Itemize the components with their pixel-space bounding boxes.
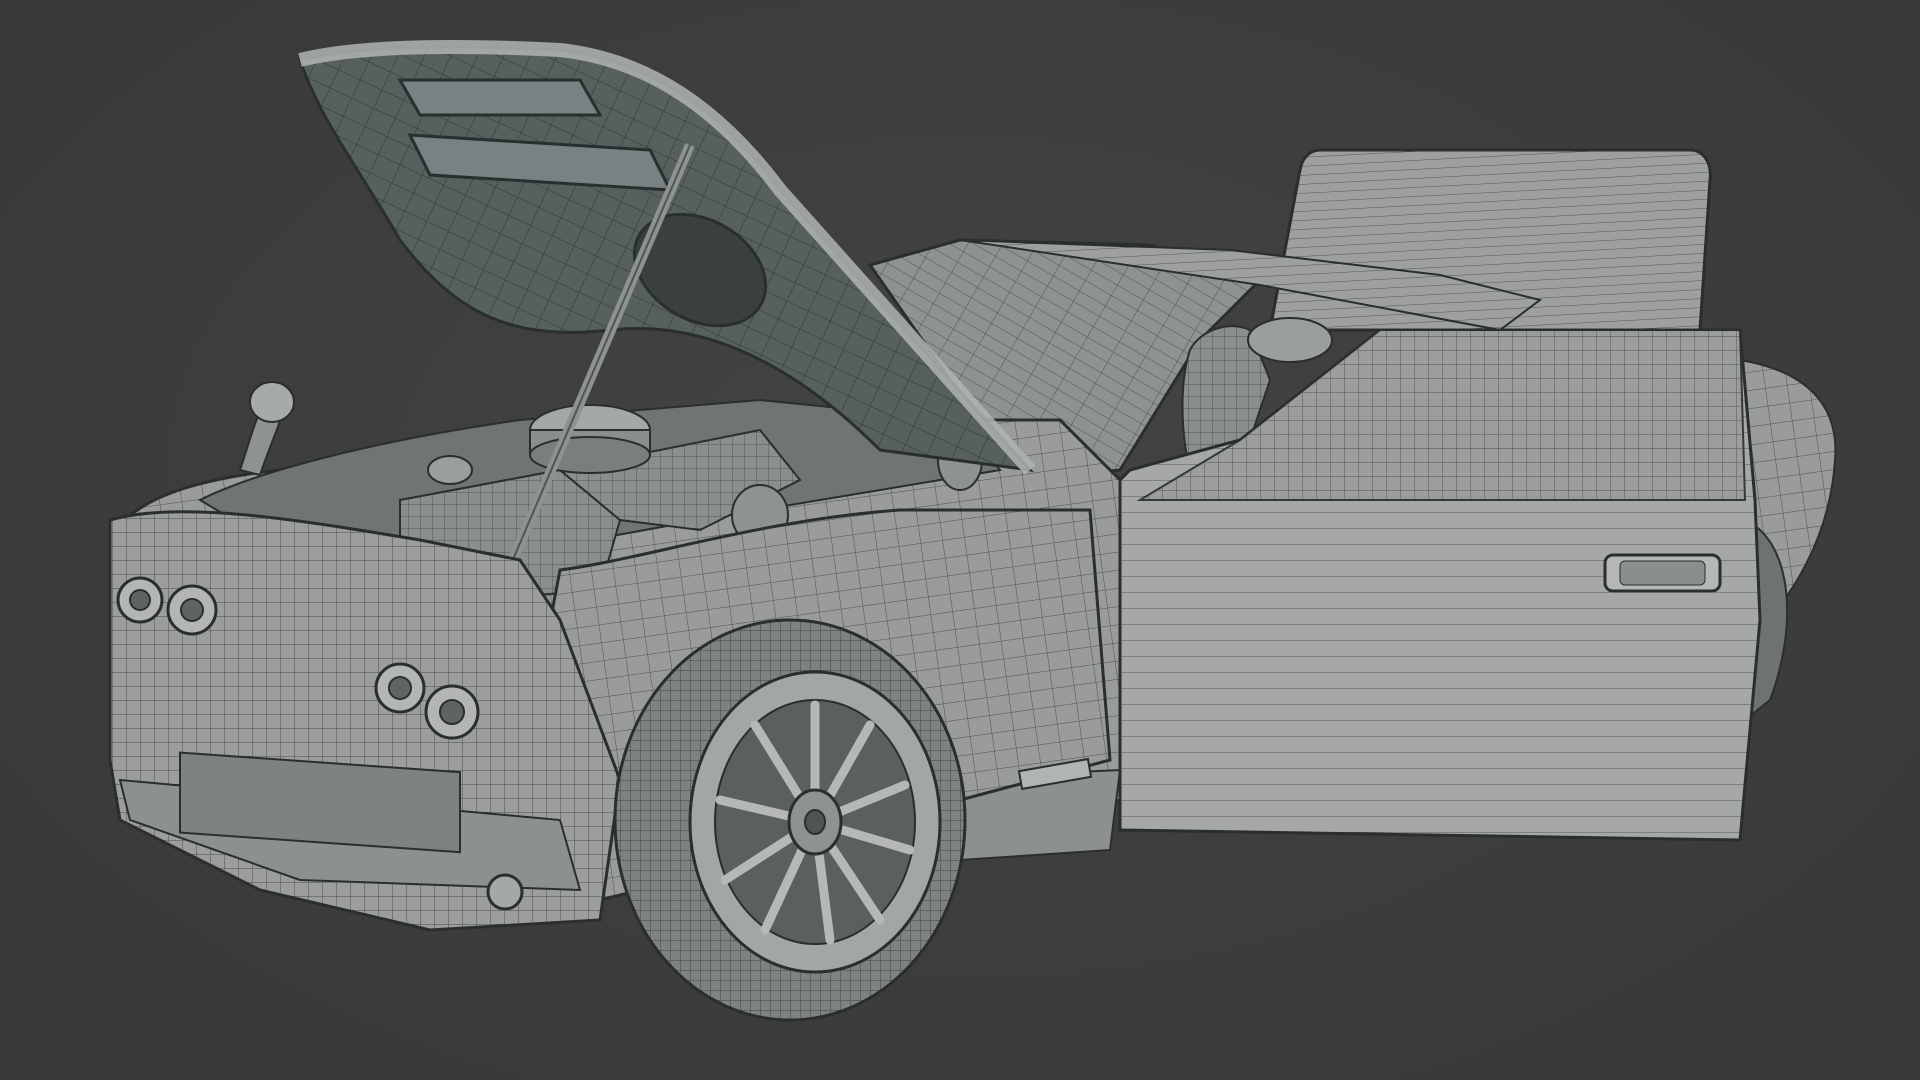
- front-wheel: [613, 618, 967, 1022]
- 3d-viewport[interactable]: [0, 0, 1920, 1080]
- air-filter: [529, 404, 651, 474]
- reservoir-cap: [427, 455, 473, 485]
- fog-light: [486, 873, 524, 911]
- side-mirror: [238, 381, 295, 477]
- car-wireframe-model: [108, 40, 1837, 1022]
